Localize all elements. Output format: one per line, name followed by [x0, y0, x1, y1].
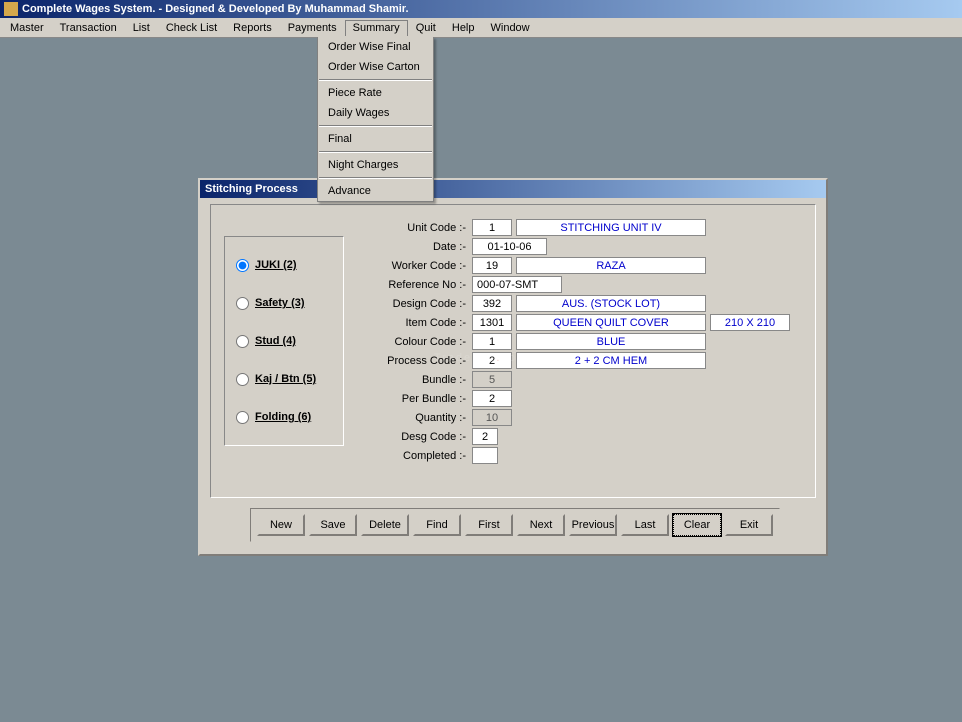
menu-summary[interactable]: Summary: [345, 20, 408, 36]
menu-separator: [319, 125, 432, 127]
unit-code-input[interactable]: [472, 219, 512, 236]
design-code-label: Design Code :-: [370, 298, 472, 310]
unit-code-label: Unit Code :-: [370, 222, 472, 234]
bundle-label: Bundle :-: [370, 374, 472, 386]
item-code-label: Item Code :-: [370, 317, 472, 329]
process-code-input[interactable]: [472, 352, 512, 369]
menu-help[interactable]: Help: [444, 20, 483, 36]
menu-order-wise-carton[interactable]: Order Wise Carton: [318, 57, 433, 77]
per-bundle-input[interactable]: [472, 390, 512, 407]
menu-night-charges[interactable]: Night Charges: [318, 155, 433, 175]
per-bundle-label: Per Bundle :-: [370, 393, 472, 405]
menu-advance[interactable]: Advance: [318, 181, 433, 201]
save-button[interactable]: Save: [309, 514, 357, 536]
colour-code-label: Colour Code :-: [370, 336, 472, 348]
form-area: Unit Code :- Date :- Worker Code :- Refe…: [370, 218, 810, 465]
menu-separator: [319, 177, 432, 179]
app-icon: [4, 2, 18, 16]
find-button[interactable]: Find: [413, 514, 461, 536]
previous-button[interactable]: Previous: [569, 514, 617, 536]
completed-input[interactable]: [472, 447, 498, 464]
quantity-input[interactable]: [472, 409, 512, 426]
worker-code-input[interactable]: [472, 257, 512, 274]
date-input[interactable]: [472, 238, 547, 255]
new-button[interactable]: New: [257, 514, 305, 536]
quantity-label: Quantity :-: [370, 412, 472, 424]
menu-separator: [319, 79, 432, 81]
unit-name-display: [516, 219, 706, 236]
first-button[interactable]: First: [465, 514, 513, 536]
desg-code-label: Desg Code :-: [370, 431, 472, 443]
process-code-label: Process Code :-: [370, 355, 472, 367]
child-titlebar: Stitching Process: [200, 180, 826, 198]
menu-separator: [319, 151, 432, 153]
design-name-display: [516, 295, 706, 312]
desg-code-input[interactable]: [472, 428, 498, 445]
colour-name-display: [516, 333, 706, 350]
menu-transaction[interactable]: Transaction: [52, 20, 125, 36]
menu-piece-rate[interactable]: Piece Rate: [318, 83, 433, 103]
worker-name-display: [516, 257, 706, 274]
child-title: Stitching Process: [205, 183, 298, 195]
clear-button[interactable]: Clear: [673, 514, 721, 536]
menu-reports[interactable]: Reports: [225, 20, 280, 36]
reference-input[interactable]: [472, 276, 562, 293]
menu-payments[interactable]: Payments: [280, 20, 345, 36]
menu-quit[interactable]: Quit: [408, 20, 444, 36]
exit-button[interactable]: Exit: [725, 514, 773, 536]
button-bar: New Save Delete Find First Next Previous…: [250, 508, 780, 542]
completed-label: Completed :-: [370, 450, 472, 462]
reference-label: Reference No :-: [370, 279, 472, 291]
summary-dropdown: Order Wise Final Order Wise Carton Piece…: [317, 37, 434, 202]
next-button[interactable]: Next: [517, 514, 565, 536]
bundle-input[interactable]: [472, 371, 512, 388]
delete-button[interactable]: Delete: [361, 514, 409, 536]
app-titlebar: Complete Wages System. - Designed & Deve…: [0, 0, 962, 18]
stitching-process-window: Stitching Process JUKI (2) Safety (3) St…: [198, 178, 828, 556]
menu-daily-wages[interactable]: Daily Wages: [318, 103, 433, 123]
item-code-input[interactable]: [472, 314, 512, 331]
design-code-input[interactable]: [472, 295, 512, 312]
menu-checklist[interactable]: Check List: [158, 20, 225, 36]
item-name-display: [516, 314, 706, 331]
worker-code-label: Worker Code :-: [370, 260, 472, 272]
radio-group-border: [224, 236, 344, 446]
menu-list[interactable]: List: [125, 20, 158, 36]
last-button[interactable]: Last: [621, 514, 669, 536]
item-size-display: [710, 314, 790, 331]
app-title: Complete Wages System. - Designed & Deve…: [22, 3, 409, 15]
menu-order-wise-final[interactable]: Order Wise Final: [318, 37, 433, 57]
menu-window[interactable]: Window: [483, 20, 538, 36]
menu-master[interactable]: Master: [2, 20, 52, 36]
colour-code-input[interactable]: [472, 333, 512, 350]
menu-final[interactable]: Final: [318, 129, 433, 149]
machine-radio-group: JUKI (2) Safety (3) Stud (4) Kaj / Btn (…: [224, 236, 364, 484]
menubar: Master Transaction List Check List Repor…: [0, 18, 962, 38]
process-name-display: [516, 352, 706, 369]
date-label: Date :-: [370, 241, 472, 253]
